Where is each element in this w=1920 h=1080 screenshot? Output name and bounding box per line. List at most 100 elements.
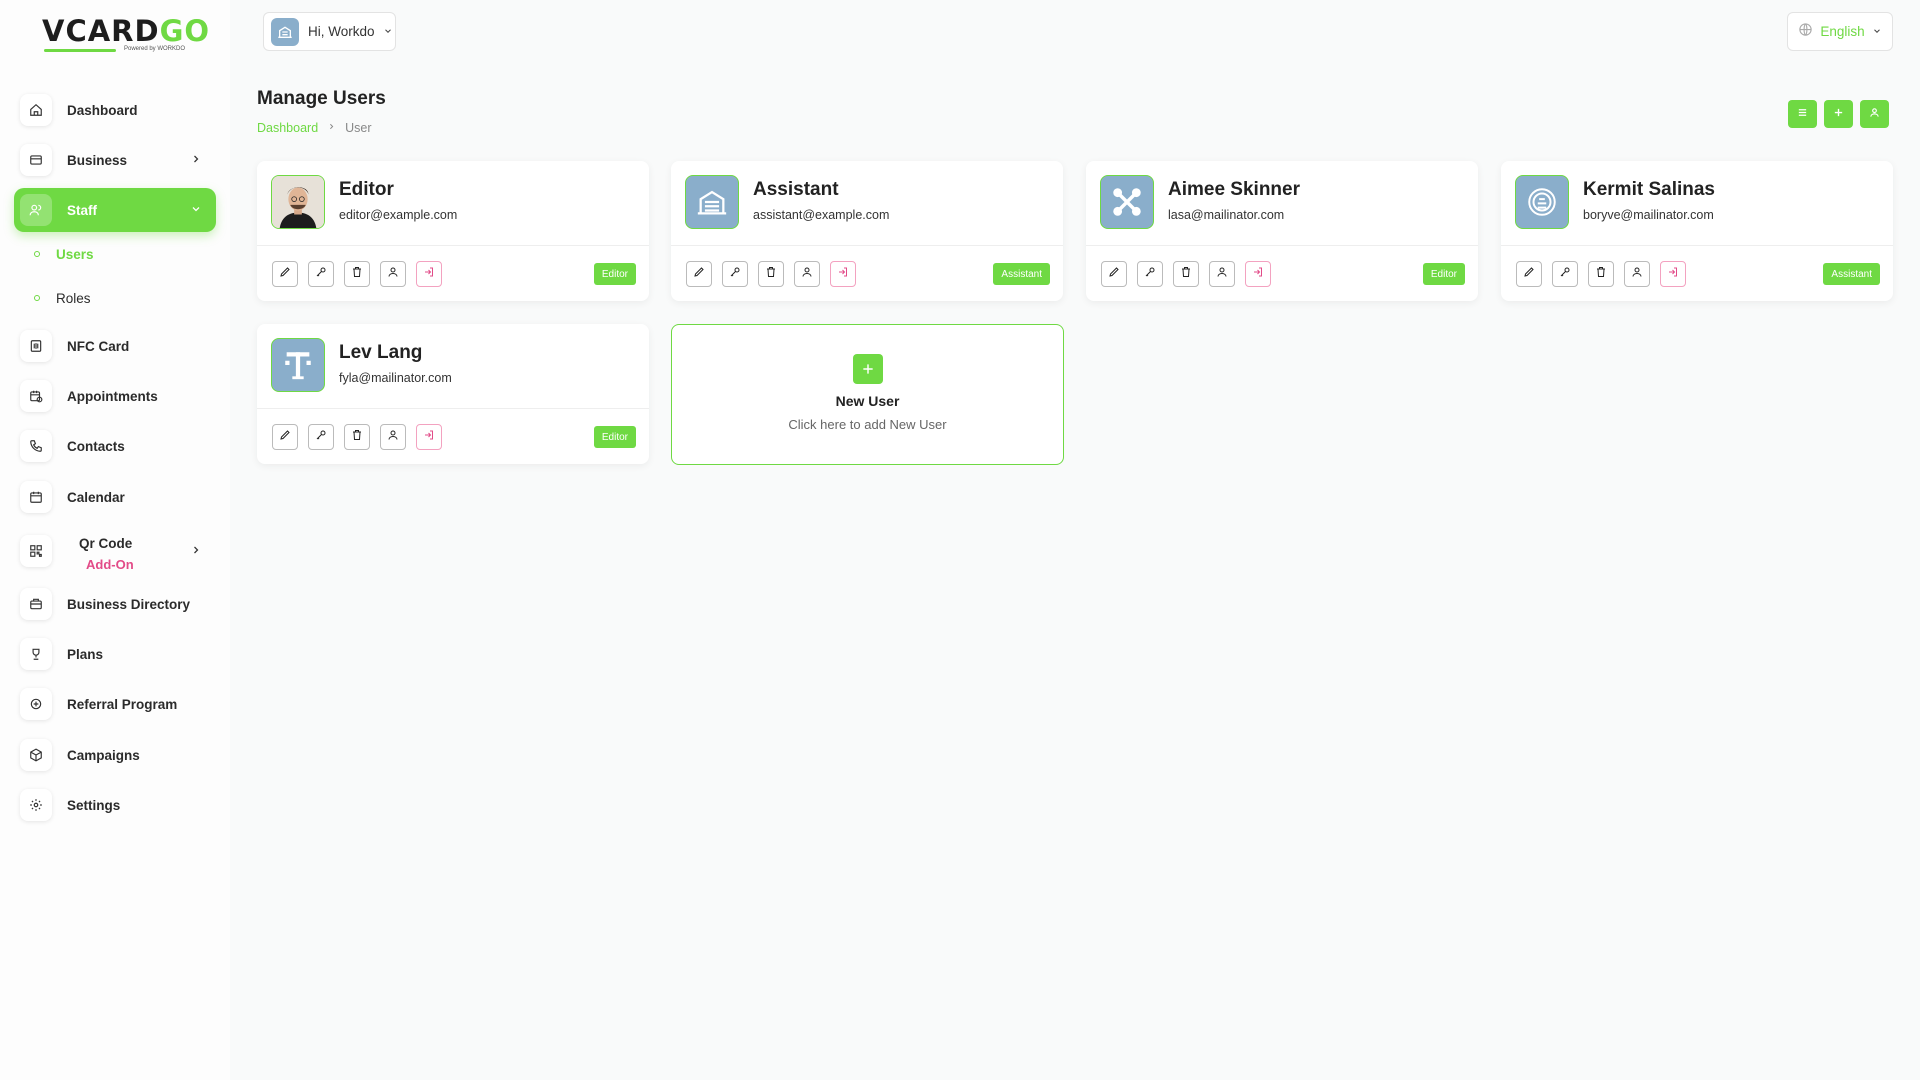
sidebar-item-label: Referral Program <box>67 696 178 712</box>
login-as-button[interactable] <box>1245 261 1271 287</box>
language-label: English <box>1820 24 1865 39</box>
reset-password-button[interactable] <box>308 424 334 450</box>
card-divider <box>257 408 649 409</box>
addon-badge: Add-On <box>86 557 134 572</box>
edit-button[interactable] <box>272 424 298 450</box>
logo-subtitle: Powered by WORKDO <box>124 46 186 52</box>
user-email: fyla@mailinator.com <box>339 371 452 385</box>
sidebar-item-label: Contacts <box>67 438 125 454</box>
role-badge: Editor <box>593 426 636 448</box>
sidebar-item-business-directory[interactable]: Business Directory <box>14 582 216 626</box>
qr-code-icon <box>20 535 52 567</box>
role-badge: Assistant <box>993 263 1050 285</box>
sidebar-item-business[interactable]: Business <box>14 138 216 182</box>
sidebar-item-qr-code[interactable]: Qr Code Add-On <box>14 529 216 573</box>
avatar <box>271 338 325 392</box>
delete-button[interactable] <box>1173 261 1199 287</box>
sidebar-item-label: Plans <box>67 646 104 662</box>
referral-icon <box>20 688 52 720</box>
user-profile-button[interactable] <box>1860 100 1889 128</box>
login-as-button[interactable] <box>830 261 856 287</box>
user-name: Lev Lang <box>339 342 423 363</box>
card-actions <box>272 261 452 287</box>
key-icon <box>315 428 327 446</box>
login-icon <box>1667 265 1679 283</box>
user-menu-dropdown[interactable]: Hi, Workdo <box>263 12 396 51</box>
list-view-button[interactable] <box>1788 100 1817 128</box>
sidebar-item-referral-program[interactable]: Referral Program <box>14 682 216 726</box>
breadcrumb-link-dashboard[interactable]: Dashboard <box>257 121 318 135</box>
user-card: Assistant assistant@example.com Assistan… <box>671 161 1063 301</box>
login-as-button[interactable] <box>416 261 442 287</box>
trash-icon <box>765 265 777 283</box>
login-icon <box>1252 265 1264 283</box>
edit-button[interactable] <box>272 261 298 287</box>
calendar-icon <box>20 481 52 513</box>
sidebar-item-campaigns[interactable]: Campaigns <box>14 733 216 777</box>
box-icon <box>20 739 52 771</box>
add-user-button[interactable] <box>1824 100 1853 128</box>
view-profile-button[interactable] <box>794 261 820 287</box>
new-user-subtitle: Click here to add New User <box>788 417 947 432</box>
view-profile-button[interactable] <box>1209 261 1235 287</box>
view-profile-button[interactable] <box>1624 261 1650 287</box>
sidebar-item-calendar[interactable]: Calendar <box>14 475 216 519</box>
new-user-card[interactable]: New User Click here to add New User <box>671 324 1064 465</box>
user-card: Kermit Salinas boryve@mailinator.com Ass… <box>1501 161 1893 301</box>
gear-icon <box>20 789 52 821</box>
view-profile-button[interactable] <box>380 424 406 450</box>
sidebar-item-label: Appointments <box>67 388 158 404</box>
reset-password-button[interactable] <box>1137 261 1163 287</box>
sidebar-subitem-roles[interactable]: Roles <box>34 287 91 309</box>
delete-button[interactable] <box>758 261 784 287</box>
user-email: boryve@mailinator.com <box>1583 208 1714 222</box>
user-name: Assistant <box>753 179 839 200</box>
bullet-icon <box>34 295 40 301</box>
role-badge: Assistant <box>1823 263 1880 285</box>
user-email: assistant@example.com <box>753 208 890 222</box>
login-icon <box>837 265 849 283</box>
sidebar-subitem-users[interactable]: Users <box>34 243 94 265</box>
user-card: Lev Lang fyla@mailinator.com Editor <box>257 324 649 464</box>
sidebar-item-contacts[interactable]: Contacts <box>14 424 216 468</box>
home-icon <box>20 94 52 126</box>
chevron-right-icon <box>190 543 202 561</box>
sidebar-item-settings[interactable]: Settings <box>14 783 216 827</box>
login-icon <box>423 265 435 283</box>
sidebar-item-appointments[interactable]: Appointments <box>14 374 216 418</box>
sidebar-item-plans[interactable]: Plans <box>14 632 216 676</box>
sidebar-item-staff[interactable]: Staff <box>14 188 216 232</box>
user-card: Editor editor@example.com Editor <box>257 161 649 301</box>
user-card: Aimee Skinner lasa@mailinator.com Editor <box>1086 161 1478 301</box>
edit-button[interactable] <box>1516 261 1542 287</box>
role-badge: Editor <box>593 263 636 285</box>
user-email: editor@example.com <box>339 208 458 222</box>
trash-icon <box>351 265 363 283</box>
login-as-button[interactable] <box>1660 261 1686 287</box>
new-user-title: New User <box>835 393 900 409</box>
reset-password-button[interactable] <box>1552 261 1578 287</box>
user-icon <box>387 428 399 446</box>
plus-icon <box>1833 105 1844 123</box>
logo-accent-text: GO <box>159 14 211 48</box>
chevron-right-icon <box>327 122 336 134</box>
language-selector[interactable]: English <box>1787 12 1893 51</box>
user-name: Editor <box>339 179 394 200</box>
reset-password-button[interactable] <box>308 261 334 287</box>
trash-icon <box>1180 265 1192 283</box>
edit-button[interactable] <box>1101 261 1127 287</box>
delete-button[interactable] <box>344 261 370 287</box>
reset-password-button[interactable] <box>722 261 748 287</box>
user-icon <box>1216 265 1228 283</box>
edit-button[interactable] <box>686 261 712 287</box>
delete-button[interactable] <box>1588 261 1614 287</box>
login-as-button[interactable] <box>416 424 442 450</box>
calendar-clock-icon <box>20 380 52 412</box>
view-profile-button[interactable] <box>380 261 406 287</box>
bullet-icon <box>34 251 40 257</box>
app-logo[interactable]: VCARDGO Powered by WORKDO <box>42 14 209 56</box>
sidebar-item-nfc-card[interactable]: NFC Card <box>14 324 216 368</box>
delete-button[interactable] <box>344 424 370 450</box>
avatar <box>1515 175 1569 229</box>
sidebar-item-dashboard[interactable]: Dashboard <box>14 88 216 132</box>
